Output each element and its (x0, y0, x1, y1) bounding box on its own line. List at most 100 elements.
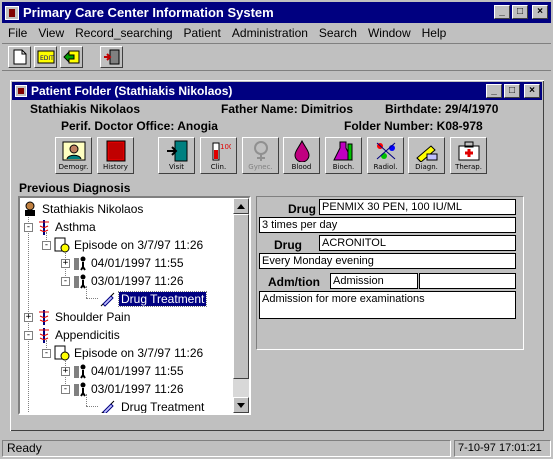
drug-field[interactable]: PENMIX 30 PEN, 100 IU/ML (319, 199, 516, 215)
collapse-toggle[interactable]: - (61, 276, 70, 286)
visit-person-icon (74, 382, 86, 397)
collapse-toggle[interactable]: - (24, 222, 33, 232)
administration-extra-field[interactable] (419, 273, 516, 289)
minimize-button[interactable]: _ (494, 5, 510, 19)
therapy-label: Therap. (455, 163, 482, 171)
drug-field[interactable]: ACRONITOL (319, 235, 516, 251)
menu-administration[interactable]: Administration (232, 26, 308, 40)
history-button[interactable]: History (97, 137, 134, 174)
exit-button[interactable] (100, 46, 123, 68)
administration-label: Adm/tion (268, 275, 320, 289)
menu-file[interactable]: File (8, 26, 27, 40)
biochemistry-button[interactable]: Bioch. (325, 137, 362, 174)
visit-button[interactable]: Visit (158, 137, 195, 174)
visit-label: Visit (169, 163, 184, 171)
tree-node-asthma[interactable]: - Asthma (24, 218, 96, 236)
collapse-toggle[interactable]: - (24, 330, 33, 340)
down-arrow-icon (237, 402, 245, 408)
collapse-toggle[interactable]: - (61, 384, 70, 394)
caduceus-icon (39, 220, 49, 235)
tree-diagnosis-label: Appendicitis (55, 328, 120, 342)
tree-drug-label-selected: Drug Treatment (117, 291, 208, 307)
back-button[interactable] (60, 46, 83, 68)
radiology-button[interactable]: Radiol. (367, 137, 404, 174)
app-title-bar: Primary Care Center Information System _… (2, 2, 551, 23)
folder-number: Folder Number: K08-978 (344, 119, 483, 133)
menu-record-searching[interactable]: Record_searching (75, 26, 172, 40)
tree-root-label: Stathiakis Nikolaos (42, 202, 144, 216)
tree-node-visit[interactable]: - 03/01/1997 11:26 (61, 272, 184, 290)
tree-node-drug-treatment[interactable]: Drug Treatment (100, 290, 208, 308)
clinical-button[interactable]: 100 Clin. (200, 137, 237, 174)
tree-visit-label: 03/01/1997 11:26 (91, 274, 184, 288)
tree-drug-label: Drug Treatment (121, 400, 205, 414)
blood-label: Blood (291, 163, 312, 171)
toolbar: EDIT (2, 43, 551, 71)
tree-node-episode[interactable]: - Episode on 3/7/97 11:26 (42, 344, 203, 362)
administration-field[interactable]: Admission (330, 273, 418, 289)
tree-node-visit[interactable]: + 04/01/1997 11:55 (61, 362, 184, 380)
diagnosis-button[interactable]: Diagn. (408, 137, 445, 174)
folder-close-button[interactable]: × (524, 84, 540, 98)
folder-maximize-button[interactable]: □ (504, 84, 520, 98)
tree-node-patient[interactable]: Stathiakis Nikolaos (22, 200, 143, 218)
dosage-field[interactable]: 3 times per day (259, 217, 516, 233)
new-document-button[interactable] (8, 46, 31, 68)
expand-toggle[interactable]: + (24, 312, 33, 322)
menu-view[interactable]: View (38, 26, 64, 40)
app-icon[interactable] (5, 5, 19, 20)
demographics-button[interactable]: Demogr. (55, 137, 92, 174)
notes-field[interactable]: Admission for more examinations (259, 291, 516, 319)
biochemistry-label: Bioch. (332, 163, 355, 171)
gynecology-button[interactable]: Gynec. (242, 137, 279, 174)
scroll-thumb[interactable] (233, 214, 249, 379)
tree-node-shoulder-pain[interactable]: + Shoulder Pain (24, 308, 130, 326)
expand-toggle[interactable]: + (61, 258, 70, 268)
edit-button[interactable]: EDIT (34, 46, 57, 68)
caduceus-icon (39, 310, 49, 325)
menu-help[interactable]: Help (422, 26, 447, 40)
dosage-field[interactable]: Every Monday evening (259, 253, 516, 269)
diagnosis-tree[interactable]: Stathiakis Nikolaos - Asthma - Episode o… (18, 196, 251, 415)
previous-diagnosis-label: Previous Diagnosis (19, 181, 131, 195)
visit-door-icon (166, 140, 187, 162)
tree-node-episode[interactable]: - Episode on 3/7/97 11:26 (42, 236, 203, 254)
radiology-label: Radiol. (373, 163, 398, 171)
tree-visit-label: 03/01/1997 11:26 (91, 382, 184, 396)
menu-patient[interactable]: Patient (184, 26, 221, 40)
tree-node-appendicitis[interactable]: - Appendicitis (24, 326, 120, 344)
blood-button[interactable]: Blood (283, 137, 320, 174)
syringe-icon (100, 292, 115, 307)
gynecology-label: Gynec. (248, 163, 273, 171)
folder-minimize-button[interactable]: _ (486, 84, 502, 98)
patient-icon (25, 201, 35, 216)
up-arrow-icon (237, 203, 245, 209)
history-label: History (103, 163, 128, 171)
menu-bar: File View Record_searching Patient Admin… (2, 23, 551, 42)
tree-visit-label: 04/01/1997 11:55 (91, 256, 184, 270)
expand-toggle[interactable]: + (61, 366, 70, 376)
folder-window-icon[interactable] (15, 85, 27, 97)
svg-text:EDIT: EDIT (40, 55, 54, 62)
tree-node-visit[interactable]: - 03/01/1997 11:26 (61, 380, 184, 398)
drug-details-panel: Drug PENMIX 30 PEN, 100 IU/ML 3 times pe… (256, 196, 524, 350)
therapy-button[interactable]: Therap. (450, 137, 487, 174)
tree-node-drug-treatment[interactable]: Drug Treatment (100, 398, 205, 414)
patient-name: Stathiakis Nikolaos (30, 102, 141, 116)
close-button[interactable]: × (532, 5, 548, 19)
menu-search[interactable]: Search (319, 26, 357, 40)
collapse-toggle[interactable]: - (42, 240, 51, 250)
diagnosis-icon (415, 145, 437, 162)
collapse-toggle[interactable]: - (42, 348, 51, 358)
doctor-office: Perif. Doctor Office: Anogia (61, 119, 218, 133)
tree-scrollbar[interactable] (233, 198, 249, 413)
scroll-down-button[interactable] (233, 397, 249, 413)
drug-label: Drug (288, 202, 316, 216)
tree-node-visit[interactable]: + 04/01/1997 11:55 (61, 254, 184, 272)
episode-icon (54, 237, 70, 253)
caduceus-icon (39, 328, 49, 343)
scroll-up-button[interactable] (233, 198, 249, 214)
maximize-button[interactable]: □ (512, 5, 528, 19)
menu-window[interactable]: Window (368, 26, 411, 40)
exit-door-icon (103, 49, 119, 65)
